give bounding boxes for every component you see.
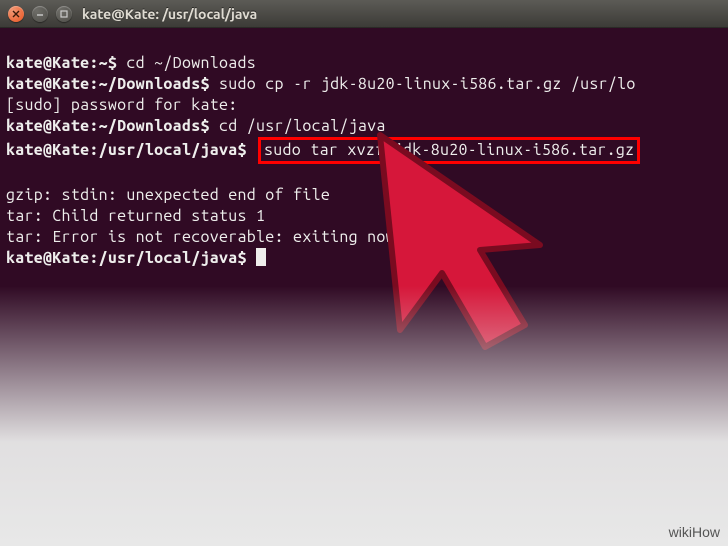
- prompt: kate@Kate:~$: [6, 54, 126, 72]
- command-text: cd /usr/local/java: [219, 117, 386, 135]
- output-line: [sudo] password for kate:: [6, 96, 238, 114]
- close-icon: [12, 10, 20, 18]
- cursor: [256, 248, 266, 266]
- watermark: wikiHow: [669, 524, 720, 540]
- prompt: kate@Kate:~/Downloads$: [6, 75, 219, 93]
- terminal-body[interactable]: kate@Kate:~$ cd ~/Downloads kate@Kate:~/…: [0, 28, 728, 294]
- command-text: sudo cp -r jdk-8u20-linux-i586.tar.gz /u…: [219, 75, 636, 93]
- window-controls: [8, 6, 72, 22]
- output-line: tar: Child returned status 1: [6, 207, 265, 225]
- prompt: kate@Kate:/usr/local/java$: [6, 141, 256, 159]
- window-title: kate@Kate: /usr/local/java: [82, 6, 257, 22]
- highlight-box: sudo tar xvzf jdk-8u20-linux-i586.tar.gz: [258, 137, 640, 164]
- output-line: gzip: stdin: unexpected end of file: [6, 186, 330, 204]
- title-bar: kate@Kate: /usr/local/java: [0, 0, 728, 28]
- command-text: sudo tar xvzf jdk-8u20-linux-i586.tar.gz: [264, 141, 634, 159]
- maximize-button[interactable]: [56, 6, 72, 22]
- minimize-button[interactable]: [32, 6, 48, 22]
- close-button[interactable]: [8, 6, 24, 22]
- command-text: cd ~/Downloads: [126, 54, 256, 72]
- output-line: tar: Error is not recoverable: exiting n…: [6, 228, 395, 246]
- bottom-fade: [0, 286, 728, 546]
- prompt: kate@Kate:~/Downloads$: [6, 117, 219, 135]
- maximize-icon: [60, 10, 68, 18]
- prompt: kate@Kate:/usr/local/java$: [6, 249, 256, 267]
- minimize-icon: [36, 10, 44, 18]
- terminal-window: kate@Kate: /usr/local/java kate@Kate:~$ …: [0, 0, 728, 546]
